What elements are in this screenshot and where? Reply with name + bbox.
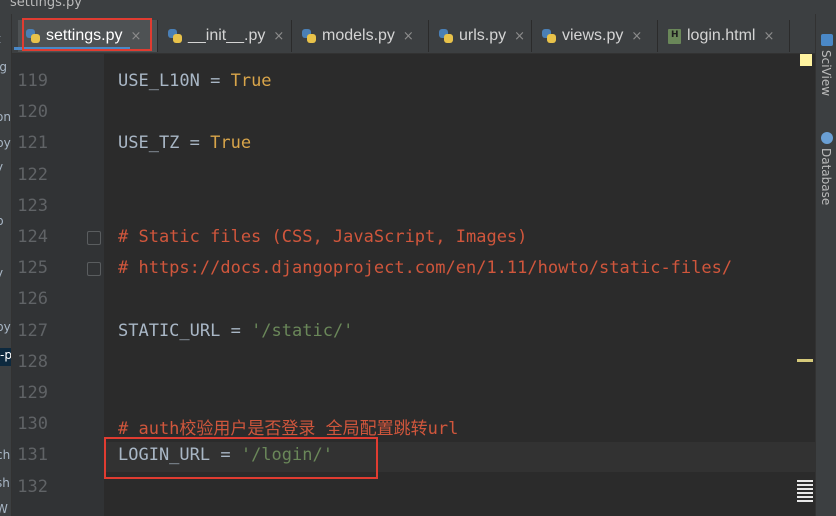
project-tree-fragment[interactable]: p: [0, 214, 4, 228]
line-number: 127: [17, 320, 48, 341]
boolean-literal: True: [230, 71, 272, 91]
code-text: USE_L10N =: [118, 71, 231, 91]
tab-label: login.html: [687, 27, 756, 44]
boolean-literal: True: [210, 133, 252, 154]
code-line[interactable]: USE_TZ = True: [118, 133, 251, 153]
tab-label: views.py: [562, 27, 624, 44]
code-line[interactable]: STATIC_URL = '/static/': [118, 321, 353, 341]
scroll-marker-stack: [797, 480, 813, 482]
tab-views-py[interactable]: views.py ×: [534, 20, 658, 52]
close-icon[interactable]: ×: [273, 29, 284, 44]
code-line[interactable]: # https://docs.djangoproject.com/en/1.11…: [118, 258, 732, 278]
python-file-icon: [439, 29, 453, 43]
line-number: 129: [17, 383, 48, 403]
project-tree-fragment[interactable]: t: [0, 32, 1, 46]
line-number: 120: [17, 102, 48, 123]
annotation-box-login-url: [104, 437, 378, 479]
close-icon[interactable]: ×: [514, 29, 525, 44]
window-title: settings.py: [10, 0, 82, 10]
sciview-tab[interactable]: SciView: [819, 50, 833, 96]
python-file-icon: [302, 29, 316, 43]
database-icon[interactable]: [821, 132, 833, 144]
line-number: 130: [17, 414, 48, 435]
tab-label: urls.py: [459, 27, 507, 44]
line-number: 126: [17, 289, 48, 310]
tab-init-py[interactable]: __init__.py ×: [160, 20, 292, 52]
line-number: 128: [17, 351, 48, 372]
database-tab[interactable]: Database: [819, 148, 833, 205]
scroll-marker[interactable]: [797, 359, 813, 362]
fold-marker-icon[interactable]: [87, 262, 101, 277]
line-number: 121: [17, 133, 48, 154]
scroll-marker-stack: [797, 492, 813, 494]
code-comment: # https://docs.djangoproject.com/en/1.11…: [118, 258, 733, 279]
code-line[interactable]: USE_L10N = True: [118, 71, 272, 91]
window-title-bar: settings.py: [0, 0, 836, 14]
tab-login-html[interactable]: login.html ×: [660, 20, 790, 52]
tab-label: __init__.py: [188, 27, 266, 44]
python-file-icon: [168, 29, 182, 43]
warning-marker[interactable]: [800, 54, 812, 66]
line-number: 119: [17, 71, 48, 91]
code-comment: # Static files (CSS, JavaScript, Images): [118, 227, 528, 247]
code-text: USE_TZ =: [118, 133, 211, 154]
line-number: 132: [17, 476, 48, 497]
tab-urls-py[interactable]: urls.py ×: [431, 20, 532, 52]
project-tree-fragment[interactable]: W: [0, 502, 8, 516]
tab-label: models.py: [322, 27, 395, 44]
close-icon[interactable]: ×: [763, 29, 774, 44]
line-number: 131: [17, 445, 48, 466]
html-file-icon: [668, 28, 681, 44]
editor-scrollbar[interactable]: [797, 54, 815, 516]
scroll-marker-stack: [797, 484, 813, 486]
annotation-box-active-tab: [22, 18, 152, 51]
line-number: 122: [17, 164, 48, 185]
scroll-marker-stack: [797, 488, 813, 490]
python-file-icon: [542, 29, 556, 43]
sciview-icon[interactable]: [821, 34, 833, 46]
fold-marker-icon[interactable]: [87, 231, 101, 245]
code-line[interactable]: # Static files (CSS, JavaScript, Images): [118, 227, 527, 247]
code-line[interactable]: # auth校验用户是否登录 全局配置跳转url: [118, 414, 458, 439]
code-text: STATIC_URL =: [118, 320, 252, 341]
line-number: 123: [17, 195, 48, 216]
close-icon[interactable]: ×: [403, 29, 414, 44]
close-icon[interactable]: ×: [631, 29, 642, 44]
line-number: 125: [17, 258, 48, 279]
tab-models-py[interactable]: models.py ×: [294, 20, 429, 52]
string-literal: '/static/': [251, 320, 354, 341]
scroll-marker-stack: [797, 496, 813, 498]
right-tool-strip: SciView Database: [815, 14, 836, 516]
line-number: 124: [17, 227, 48, 247]
scroll-marker-stack: [797, 500, 813, 502]
